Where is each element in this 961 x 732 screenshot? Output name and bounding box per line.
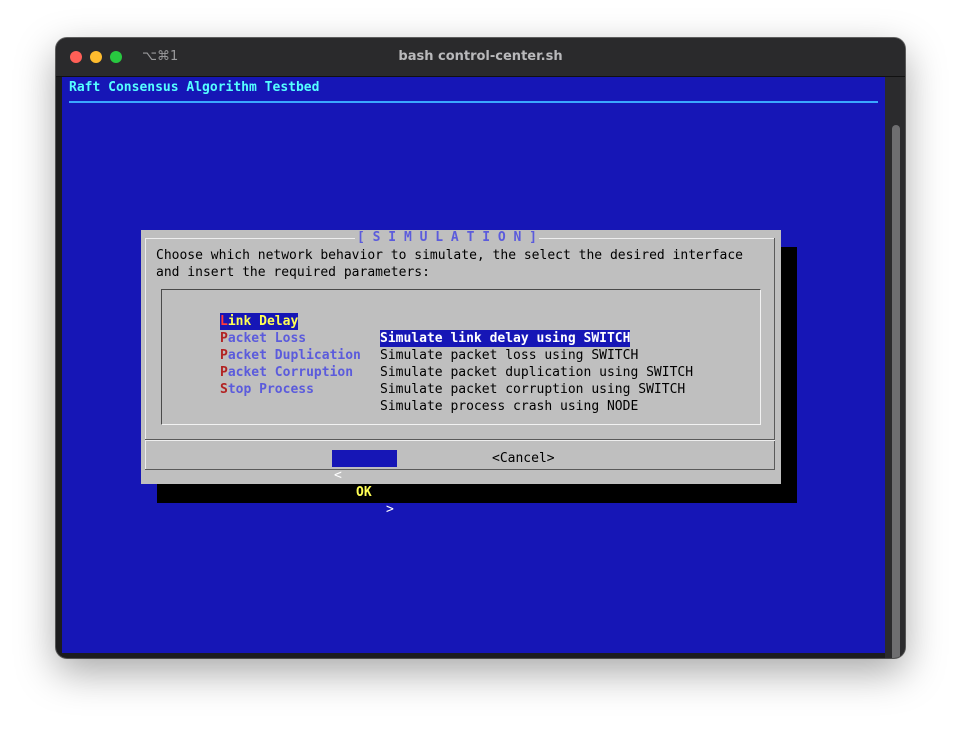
- menu-item-description: Simulate packet corruption using SWITCH: [380, 382, 686, 397]
- dialog-border-right: [774, 238, 775, 470]
- dialog-border-left: [145, 238, 146, 470]
- scrollbar-thumb[interactable]: [892, 125, 900, 658]
- ok-button-right-bracket: >: [386, 502, 394, 517]
- menu-item-link-delay[interactable]: Link Delay Simulate link delay using SWI…: [162, 296, 760, 347]
- ok-button[interactable]: < OK >: [332, 450, 397, 517]
- menu-item-packet-corruption[interactable]: Packet Corruption Simulate packet corrup…: [162, 347, 760, 397]
- button-separator-highlight: [145, 440, 775, 441]
- dialog-title: [ S I M U L A T I O N ]: [355, 230, 540, 245]
- dialog-prompt: Choose which network behavior to simulat…: [156, 248, 743, 280]
- menu-item-packet-loss[interactable]: Packet Loss Simulate packet loss using S…: [162, 313, 760, 363]
- terminal-screen[interactable]: Raft Consensus Algorithm Testbed [ S I M…: [62, 77, 885, 653]
- title-divider: [69, 101, 878, 103]
- menu-item-stop-process[interactable]: Stop Process Simulate process crash usin…: [162, 364, 760, 414]
- cancel-button[interactable]: <Cancel>: [492, 450, 555, 467]
- menu-item-packet-duplication[interactable]: Packet Duplication Simulate packet dupli…: [162, 330, 760, 380]
- menu-item-description: Simulate process crash using NODE: [380, 399, 639, 414]
- menu-item-tag: Stop Process: [220, 381, 314, 398]
- ok-button-left-bracket: <: [334, 468, 342, 483]
- title-bar: ⌥⌘1 bash control-center.sh: [56, 38, 905, 77]
- menu-item-hotkey: S: [220, 382, 228, 397]
- dialog-border-bottom: [145, 469, 775, 470]
- simulation-dialog: [ S I M U L A T I O N ] Choose which net…: [141, 230, 781, 517]
- scrollbar[interactable]: [885, 77, 905, 658]
- menu-list: Link Delay Simulate link delay using SWI…: [161, 289, 761, 425]
- terminal-window: ⌥⌘1 bash control-center.sh Raft Consensu…: [56, 38, 905, 658]
- window-title: bash control-center.sh: [398, 49, 563, 64]
- ok-button-label: OK: [356, 485, 372, 500]
- menu-item-tag-text: top Process: [227, 382, 314, 397]
- app-title: Raft Consensus Algorithm Testbed: [69, 80, 320, 95]
